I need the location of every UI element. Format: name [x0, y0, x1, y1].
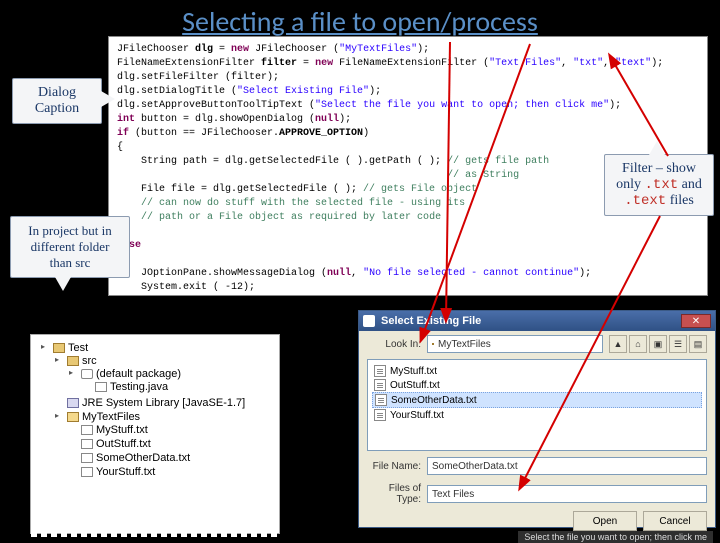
cancel-button[interactable]: Cancel: [643, 511, 707, 531]
file-type-label: Files of Type:: [367, 483, 421, 505]
callout-text: Dialog Caption: [35, 85, 79, 116]
dialog-titlebar[interactable]: Select Existing File ✕: [359, 311, 715, 331]
tree-java-file[interactable]: Testing.java: [81, 380, 275, 394]
open-button[interactable]: Open: [573, 511, 637, 531]
file-name-label: File Name:: [367, 461, 421, 472]
details-view-icon[interactable]: ▤: [689, 335, 707, 353]
tree-project[interactable]: Test src (default package) Testing.java …: [39, 341, 275, 481]
file-chooser-dialog: Select Existing File ✕ Look In: MyTextFi…: [358, 310, 716, 528]
file-item[interactable]: OutStuff.txt: [372, 378, 702, 392]
tree-mytextfiles[interactable]: MyTextFiles MyStuff.txtOutStuff.txtSomeO…: [53, 410, 275, 480]
tooltip-text: Select the file you want to open; then c…: [518, 531, 713, 543]
close-icon[interactable]: ✕: [681, 314, 711, 328]
tree-text-file[interactable]: MyStuff.txt: [67, 423, 275, 437]
up-folder-icon[interactable]: ▲: [609, 335, 627, 353]
new-folder-icon[interactable]: ▣: [649, 335, 667, 353]
project-explorer-panel: Test src (default package) Testing.java …: [30, 334, 280, 534]
callout-in-project: In project but in different folder than …: [10, 216, 130, 278]
list-view-icon[interactable]: ☰: [669, 335, 687, 353]
callout-filter: Filter – show only .txt and .text files: [604, 154, 714, 216]
tree-src[interactable]: src (default package) Testing.java: [53, 354, 275, 396]
tree-package[interactable]: (default package) Testing.java: [67, 367, 275, 395]
tree-text-file[interactable]: SomeOtherData.txt: [67, 451, 275, 465]
file-name-input[interactable]: SomeOtherData.txt: [427, 457, 707, 475]
tree-text-file[interactable]: OutStuff.txt: [67, 437, 275, 451]
slide-title: Selecting a file to open/process: [0, 0, 720, 39]
file-item[interactable]: SomeOtherData.txt: [372, 392, 702, 408]
callout-dialog-caption: Dialog Caption: [12, 78, 102, 124]
file-list-area[interactable]: MyStuff.txtOutStuff.txtSomeOtherData.txt…: [367, 359, 707, 451]
callout-text: In project but in different folder than …: [28, 223, 111, 270]
look-in-combo[interactable]: MyTextFiles: [427, 335, 603, 353]
file-item[interactable]: YourStuff.txt: [372, 408, 702, 422]
home-icon[interactable]: ⌂: [629, 335, 647, 353]
file-type-combo[interactable]: Text Files: [427, 485, 707, 503]
tree-library[interactable]: JRE System Library [JavaSE-1.7]: [53, 396, 275, 410]
look-in-label: Look In:: [367, 339, 421, 350]
file-item[interactable]: MyStuff.txt: [372, 364, 702, 378]
java-cup-icon: [363, 315, 375, 327]
filechooser-toolbar: ▲ ⌂ ▣ ☰ ▤: [609, 335, 707, 353]
tree-text-file[interactable]: YourStuff.txt: [67, 465, 275, 479]
callout-text: Filter – show only .txt and .text files: [615, 161, 703, 209]
dialog-title: Select Existing File: [381, 315, 681, 327]
